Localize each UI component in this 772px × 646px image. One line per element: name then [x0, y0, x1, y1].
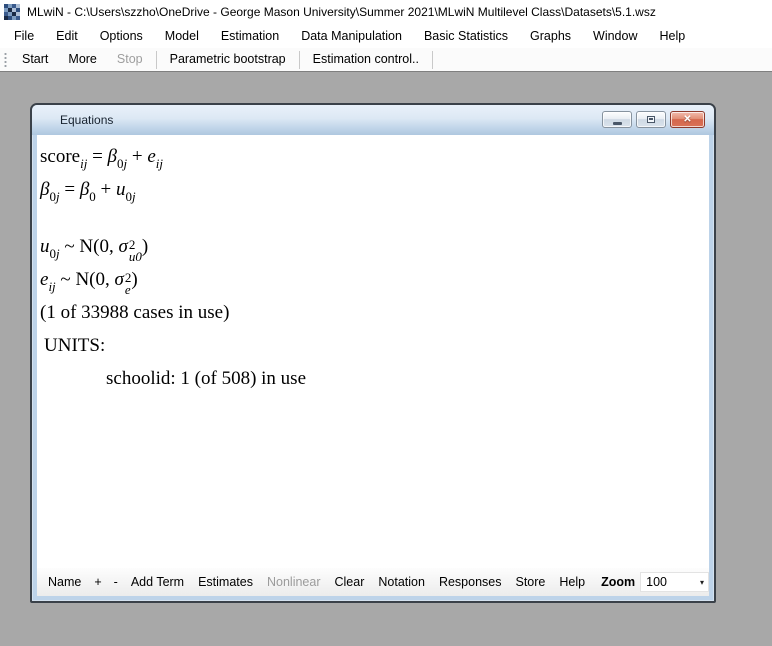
menu-model[interactable]: Model [154, 25, 210, 47]
menu-basic-statistics[interactable]: Basic Statistics [413, 25, 519, 47]
equation-line: scoreij = β0j + eij [40, 140, 709, 173]
zoom-label: Zoom [592, 575, 640, 589]
units-detail: schoolid: 1 (of 508) in use [40, 362, 709, 395]
close-button[interactable]: ✕ [670, 111, 705, 128]
menubar: File Edit Options Model Estimation Data … [0, 24, 772, 48]
zoom-select[interactable]: 100 ▾ [640, 572, 709, 592]
estimates-button[interactable]: Estimates [191, 575, 260, 589]
start-button[interactable]: Start [12, 49, 58, 70]
app-title: MLwiN - C:\Users\szzho\OneDrive - George… [27, 5, 656, 19]
estimation-control-button[interactable]: Estimation control.. [303, 49, 429, 70]
parametric-bootstrap-button[interactable]: Parametric bootstrap [160, 49, 296, 70]
stop-button: Stop [107, 49, 153, 70]
minus-button[interactable]: - [108, 575, 124, 589]
menu-data-manipulation[interactable]: Data Manipulation [290, 25, 413, 47]
mdi-area: Equations ✕ scoreij = β0j + eijβ0j = β0 … [0, 72, 772, 646]
minimize-icon [613, 122, 622, 125]
menu-window[interactable]: Window [582, 25, 648, 47]
equations-titlebar[interactable]: Equations ✕ [32, 105, 714, 135]
minimize-button[interactable] [602, 111, 632, 128]
close-icon: ✕ [683, 112, 691, 127]
equation-line: u0j ~ N(0, σ2u0) [40, 230, 709, 263]
clear-button[interactable]: Clear [328, 575, 372, 589]
equation-line: eij ~ N(0, σ2e) [40, 263, 709, 296]
toolbar: Start More Stop Parametric bootstrap Est… [0, 48, 772, 72]
help-button[interactable]: Help [552, 575, 592, 589]
equations-window-title: Equations [60, 113, 113, 127]
app-icon [4, 4, 20, 20]
responses-button[interactable]: Responses [432, 575, 509, 589]
equation-line: β0j = β0 + u0j [40, 173, 709, 206]
notation-button[interactable]: Notation [371, 575, 432, 589]
store-button[interactable]: Store [508, 575, 552, 589]
restore-icon [647, 116, 655, 123]
toolbar-separator [156, 51, 157, 69]
menu-edit[interactable]: Edit [45, 25, 89, 47]
chevron-down-icon: ▾ [700, 578, 704, 587]
units-label: UNITS: [40, 329, 709, 362]
window-controls: ✕ [602, 111, 705, 128]
plus-button[interactable]: + [88, 575, 107, 589]
equations-window: Equations ✕ scoreij = β0j + eijβ0j = β0 … [30, 103, 716, 603]
menu-graphs[interactable]: Graphs [519, 25, 582, 47]
cases-in-use-text: (1 of 33988 cases in use) [40, 296, 709, 329]
equations-bottom-toolbar: Name + - Add Term Estimates Nonlinear Cl… [37, 568, 709, 596]
nonlinear-button: Nonlinear [260, 575, 328, 589]
restore-button[interactable] [636, 111, 666, 128]
menu-file[interactable]: File [3, 25, 45, 47]
menu-estimation[interactable]: Estimation [210, 25, 290, 47]
menu-options[interactable]: Options [89, 25, 154, 47]
name-button[interactable]: Name [41, 575, 88, 589]
menu-help[interactable]: Help [649, 25, 697, 47]
toolbar-separator [299, 51, 300, 69]
sigma-sup-sub: 2u0 [129, 239, 142, 263]
zoom-value: 100 [646, 575, 667, 589]
add-term-button[interactable]: Add Term [124, 575, 191, 589]
equation-lines: scoreij = β0j + eijβ0j = β0 + u0j u0j ~ N… [40, 140, 709, 296]
toolbar-grip[interactable] [4, 52, 7, 68]
toolbar-separator [432, 51, 433, 69]
equations-content: scoreij = β0j + eijβ0j = β0 + u0j u0j ~ N… [37, 135, 709, 568]
more-button[interactable]: More [58, 49, 106, 70]
mlwin-app: MLwiN - C:\Users\szzho\OneDrive - George… [0, 0, 772, 646]
app-titlebar: MLwiN - C:\Users\szzho\OneDrive - George… [0, 0, 772, 24]
